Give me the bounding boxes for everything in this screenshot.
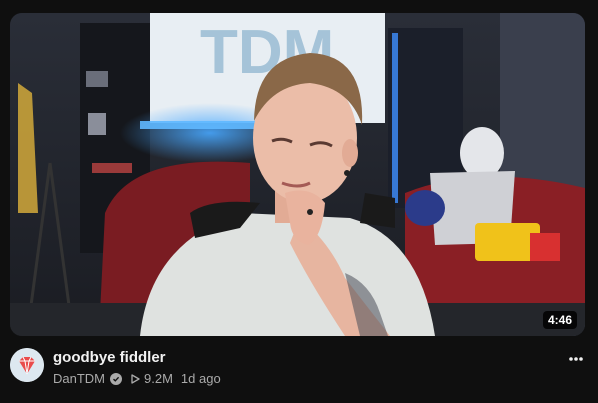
play-triangle-icon xyxy=(131,374,140,384)
video-metadata: goodbye fiddler DanTDM 9.2M 1d ago xyxy=(10,344,588,396)
channel-name[interactable]: DanTDM xyxy=(53,370,105,388)
thumbnail-image: TDM xyxy=(10,13,585,336)
published-time: 1d ago xyxy=(180,371,221,386)
duration-badge: 4:46 xyxy=(542,311,577,329)
video-card[interactable]: TDM 4:46 goodbye fiddler DanTDM 9.2M 1d … xyxy=(0,0,598,403)
view-count: 9.2M xyxy=(144,371,173,386)
diamond-icon xyxy=(10,348,44,382)
more-vert-icon xyxy=(569,357,583,361)
video-title[interactable]: goodbye fiddler xyxy=(53,348,166,368)
channel-avatar[interactable] xyxy=(10,348,44,382)
verified-check-icon xyxy=(110,373,123,385)
more-options-button[interactable] xyxy=(564,347,588,371)
video-thumbnail[interactable]: TDM 4:46 xyxy=(10,13,585,336)
video-byline: DanTDM 9.2M 1d ago xyxy=(53,370,221,388)
